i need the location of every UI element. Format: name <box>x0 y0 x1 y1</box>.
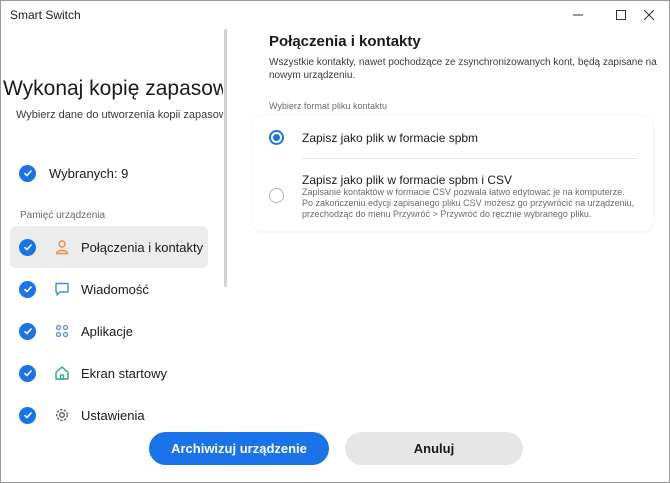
app-window: Smart Switch Wykonaj kopię zapasową e Wy… <box>0 0 670 483</box>
title-bar: Smart Switch <box>1 1 669 29</box>
checkmark-icon <box>23 327 32 335</box>
category-checkbox[interactable] <box>19 406 36 424</box>
category-list: Połączenia i kontakty Wiadomość Aplikacj <box>10 226 208 436</box>
left-panel-scrollbar[interactable] <box>224 29 227 287</box>
gear-icon <box>53 406 71 424</box>
category-checkbox[interactable] <box>19 238 36 256</box>
option-spbm-csv-label[interactable]: Zapisz jako plik w formacie spbm i CSV <box>302 173 512 187</box>
checkmark-icon <box>23 243 32 251</box>
contact-icon <box>53 238 71 256</box>
checkmark-icon <box>23 411 32 419</box>
format-section-label: Wybierz format pliku kontaktu <box>269 101 387 111</box>
category-item-settings[interactable]: Ustawienia <box>10 394 208 436</box>
select-all-checkbox[interactable] <box>19 164 36 182</box>
category-item-contacts[interactable]: Połączenia i kontakty <box>10 226 208 268</box>
minimize-button[interactable] <box>555 1 601 29</box>
category-label: Ekran startowy <box>81 365 167 381</box>
home-icon <box>53 364 71 382</box>
checkmark-icon <box>23 369 32 377</box>
option-spbm-label[interactable]: Zapisz jako plik w formacie spbm <box>302 131 478 145</box>
close-icon <box>644 10 654 20</box>
left-panel: Wykonaj kopię zapasową e Wybierz dane do… <box>1 29 223 482</box>
option-spbm-csv-description: Zapisanie kontaktów w formacie CSV pozwa… <box>302 187 635 219</box>
checkmark-icon <box>23 285 32 293</box>
category-label: Aplikacje <box>81 323 134 339</box>
format-options-card: Zapisz jako plik w formacie spbm Zapisz … <box>253 116 653 231</box>
select-all-row[interactable]: Wybranych: 9 <box>19 161 128 185</box>
app-title: Smart Switch <box>10 8 81 22</box>
category-label: Ustawienia <box>81 407 145 423</box>
section-label-device-memory: Pamięć urządzenia <box>20 210 106 221</box>
cancel-button[interactable]: Anuluj <box>345 432 523 465</box>
backup-device-button[interactable]: Archiwizuj urządzenie <box>149 432 329 465</box>
checkmark-icon <box>23 169 32 177</box>
category-checkbox[interactable] <box>19 364 36 382</box>
category-item-apps[interactable]: Aplikacje <box>10 310 208 352</box>
category-label: Połączenia i kontakty <box>81 239 204 255</box>
category-item-messages[interactable]: Wiadomość <box>10 268 208 310</box>
maximize-icon <box>616 10 626 20</box>
category-label: Wiadomość <box>81 281 149 297</box>
option-divider <box>302 158 637 159</box>
page-title: Wykonaj kopię zapasową e <box>3 77 223 100</box>
message-icon <box>53 280 71 298</box>
close-button[interactable] <box>626 1 669 29</box>
selected-count-label: Wybranych: 9 <box>49 165 129 181</box>
category-checkbox[interactable] <box>19 280 36 298</box>
page-subtitle: Wybierz dane do utworzenia kopii zapasow… <box>16 109 223 121</box>
detail-description: Wszystkie kontakty, nawet pochodzące ze … <box>269 57 657 81</box>
minimize-icon <box>573 14 583 16</box>
option-spbm-radio[interactable] <box>269 130 284 145</box>
category-item-home-screen[interactable]: Ekran startowy <box>10 352 208 394</box>
detail-title: Połączenia i kontakty <box>269 33 421 50</box>
apps-icon <box>53 322 71 340</box>
option-spbm-csv-radio[interactable] <box>269 188 284 203</box>
category-checkbox[interactable] <box>19 322 36 340</box>
